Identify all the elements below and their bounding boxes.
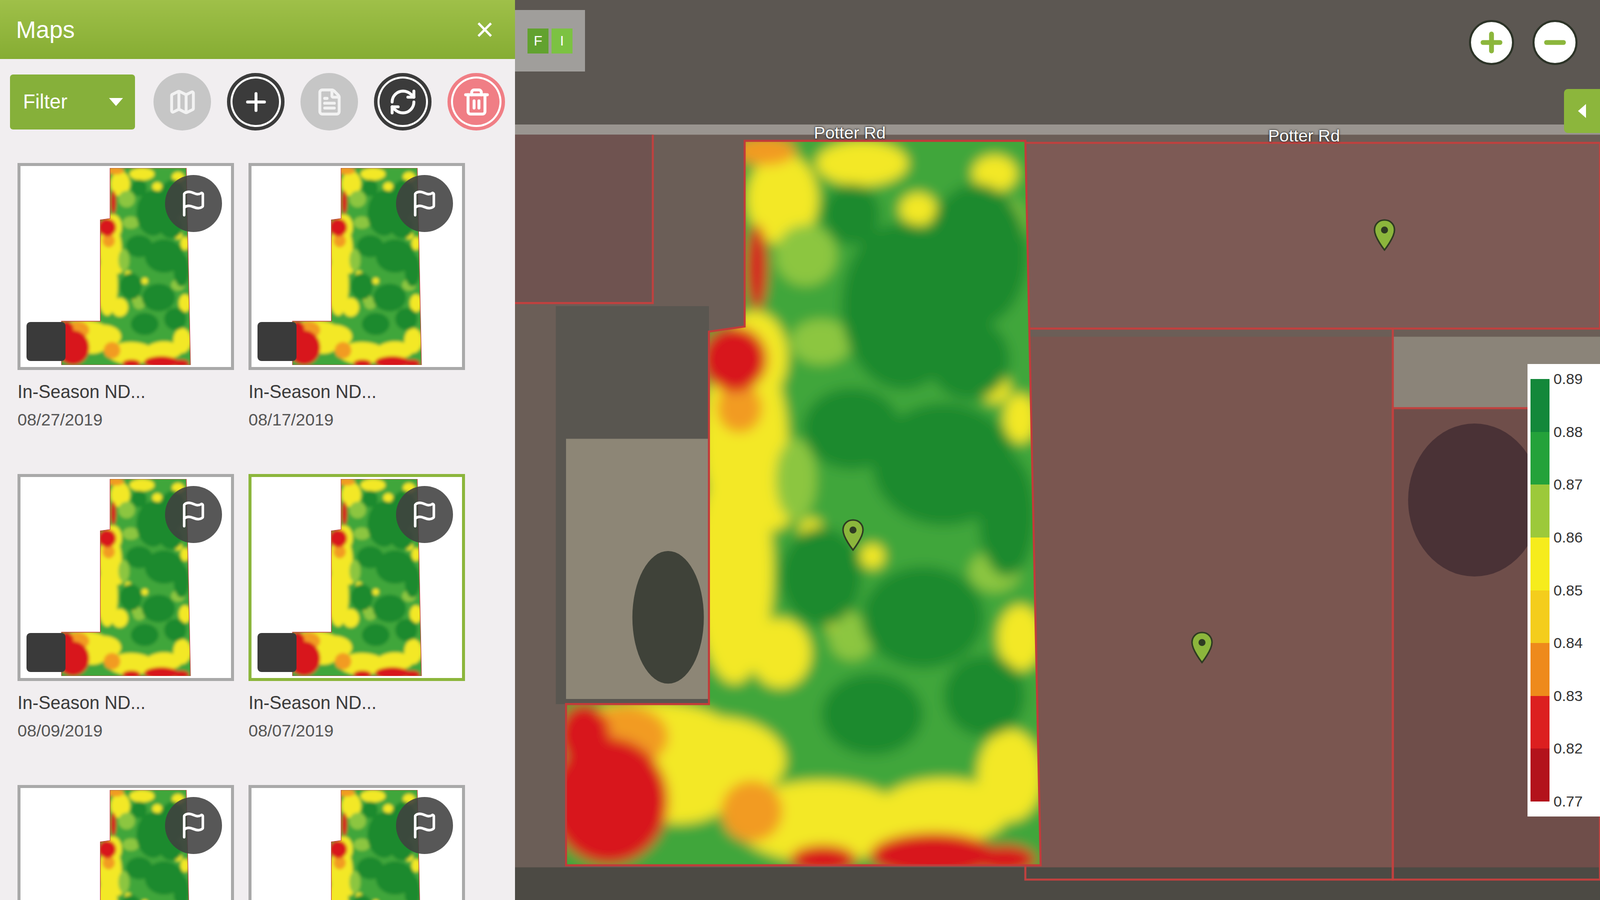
legend-tick: 0.86 bbox=[1553, 528, 1596, 547]
map-item[interactable]: In-Season ND... 08/07/2019 bbox=[248, 474, 465, 741]
map-pin-icon bbox=[1190, 631, 1214, 664]
filter-button[interactable]: Filter bbox=[10, 74, 135, 130]
legend: 0.89 0.88 0.87 0.86 0.85 0.84 0.83 0.82 0.77 bbox=[1527, 364, 1600, 817]
legend-ticks: 0.89 0.88 0.87 0.86 0.85 0.84 0.83 0.82 0.77 bbox=[1553, 370, 1596, 811]
caret-down-icon bbox=[109, 98, 123, 106]
legend-tick: 0.84 bbox=[1553, 634, 1596, 652]
legend-tick: 0.87 bbox=[1553, 475, 1596, 494]
map-card[interactable] bbox=[17, 474, 234, 681]
satellite-imagery bbox=[515, 0, 1600, 900]
panel-title: Maps bbox=[16, 16, 75, 44]
map-item[interactable]: In-Season ND... 08/27/2019 bbox=[17, 163, 234, 430]
arrow-left-icon bbox=[1578, 104, 1586, 118]
flag-badge[interactable] bbox=[396, 797, 453, 854]
road-label: Potter Rd bbox=[1268, 126, 1340, 146]
plus-icon bbox=[1477, 28, 1506, 57]
map-drawing bbox=[515, 0, 1600, 900]
map-list: In-Season ND...08/27/2019In-Season ND...… bbox=[0, 130, 515, 900]
add-map-icon bbox=[241, 87, 271, 117]
close-button[interactable]: × bbox=[472, 13, 497, 46]
zoom-controls bbox=[1469, 20, 1578, 65]
road-label: Potter Rd bbox=[814, 123, 886, 143]
zoom-in-button[interactable] bbox=[1469, 20, 1514, 65]
map-item[interactable] bbox=[248, 785, 465, 900]
map-item[interactable] bbox=[17, 785, 234, 900]
map-date: 08/07/2019 bbox=[248, 720, 465, 741]
panel-header: Maps × bbox=[0, 0, 515, 59]
pdf-export-icon bbox=[315, 87, 344, 117]
map-date: 08/09/2019 bbox=[17, 720, 234, 741]
legend-band bbox=[1530, 484, 1550, 538]
upload-map-button[interactable] bbox=[153, 73, 211, 131]
legend-band bbox=[1530, 537, 1550, 591]
flag-badge[interactable] bbox=[396, 486, 453, 543]
flag-badge[interactable] bbox=[396, 175, 453, 232]
flag-icon bbox=[179, 500, 208, 529]
flag-badge[interactable] bbox=[165, 797, 222, 854]
legend-tick: 0.77 bbox=[1553, 792, 1596, 811]
flag-icon bbox=[410, 189, 439, 218]
map-view[interactable]: Potter Rd Potter Rd FI 0.89 0.88 0.87 0.86 0.85… bbox=[515, 0, 1600, 900]
map-pin-icon bbox=[841, 519, 865, 551]
legend-band bbox=[1530, 432, 1550, 485]
legend-tick: 0.85 bbox=[1553, 581, 1596, 600]
layer-toggle: FI bbox=[515, 10, 585, 72]
zoom-out-button[interactable] bbox=[1532, 20, 1578, 65]
pdf-export-button[interactable] bbox=[300, 73, 358, 131]
delete-icon bbox=[462, 87, 491, 117]
flag-icon bbox=[410, 811, 439, 840]
minus-icon bbox=[1540, 28, 1570, 57]
map-item[interactable]: In-Season ND... 08/17/2019 bbox=[248, 163, 465, 430]
toolbar: Filter bbox=[0, 59, 515, 131]
map-pin[interactable] bbox=[1372, 219, 1397, 251]
map-date: 08/17/2019 bbox=[248, 409, 465, 430]
flag-icon bbox=[410, 500, 439, 529]
layer-toggle-key[interactable]: F bbox=[527, 28, 549, 54]
app: Maps×FilterIn-Season ND...08/27/2019In-S… bbox=[0, 0, 1600, 900]
map-type-badge bbox=[257, 322, 297, 361]
map-card[interactable] bbox=[248, 785, 465, 900]
map-item[interactable]: In-Season ND... 08/09/2019 bbox=[17, 474, 234, 741]
legend-band bbox=[1530, 590, 1550, 644]
map-pin[interactable] bbox=[1190, 631, 1214, 664]
map-card[interactable] bbox=[248, 474, 465, 681]
map-pin-icon bbox=[1372, 219, 1397, 251]
map-title: In-Season ND... bbox=[248, 381, 465, 403]
map-type-badge bbox=[26, 633, 66, 672]
expand-tab[interactable] bbox=[1564, 89, 1600, 133]
sync-icon bbox=[388, 87, 418, 117]
flag-icon bbox=[179, 811, 208, 840]
add-map-button[interactable] bbox=[227, 73, 285, 131]
map-title: In-Season ND... bbox=[17, 692, 234, 714]
map-date: 08/27/2019 bbox=[17, 409, 234, 430]
legend-tick: 0.88 bbox=[1553, 423, 1596, 441]
sync-button[interactable] bbox=[374, 73, 432, 131]
legend-tick: 0.83 bbox=[1553, 687, 1596, 705]
legend-tick: 0.89 bbox=[1553, 370, 1596, 388]
filter-label: Filter bbox=[23, 90, 68, 113]
map-card[interactable] bbox=[17, 163, 234, 370]
maps-panel: Maps×FilterIn-Season ND...08/27/2019In-S… bbox=[0, 0, 515, 900]
flag-icon bbox=[179, 189, 208, 218]
upload-map-icon bbox=[168, 87, 197, 117]
map-card[interactable] bbox=[248, 163, 465, 370]
map-title: In-Season ND... bbox=[17, 381, 234, 403]
map-type-badge bbox=[257, 633, 297, 672]
flag-badge[interactable] bbox=[165, 175, 222, 232]
legend-tick: 0.82 bbox=[1553, 739, 1596, 758]
flag-badge[interactable] bbox=[165, 486, 222, 543]
map-card[interactable] bbox=[17, 785, 234, 900]
ndvi-field bbox=[515, 102, 1148, 900]
legend-bar bbox=[1530, 379, 1550, 802]
legend-band bbox=[1530, 748, 1550, 802]
layer-toggle-key[interactable]: I bbox=[551, 28, 573, 54]
map-pin[interactable] bbox=[841, 519, 865, 551]
map-type-badge bbox=[26, 322, 66, 361]
legend-band bbox=[1530, 696, 1550, 749]
legend-band bbox=[1530, 643, 1550, 696]
legend-band bbox=[1530, 379, 1550, 432]
delete-button[interactable] bbox=[447, 73, 505, 131]
map-title: In-Season ND... bbox=[248, 692, 465, 714]
